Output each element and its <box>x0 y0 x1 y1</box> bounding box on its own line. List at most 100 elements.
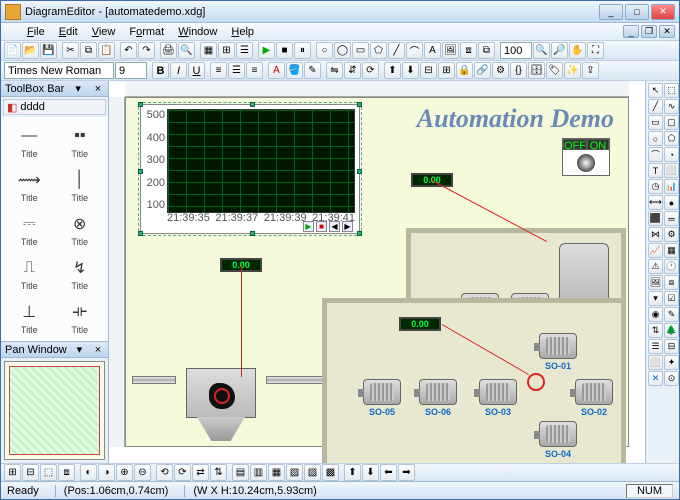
button-icon[interactable]: ⬜ <box>664 163 679 178</box>
close-button[interactable]: ✕ <box>651 4 675 20</box>
b-icon[interactable]: ➡ <box>398 464 415 481</box>
node-icon[interactable]: ⊙ <box>664 371 679 386</box>
shape-item[interactable]: ⊥Title <box>5 297 54 339</box>
toolbox-category[interactable]: ◧dddd <box>3 99 106 115</box>
check-icon[interactable]: ☑ <box>664 291 679 306</box>
pump-widget[interactable]: Pump <box>176 368 266 463</box>
flip-h-icon[interactable]: ⇋ <box>326 62 343 79</box>
db-icon[interactable]: 🗄 <box>528 62 545 79</box>
curve-icon[interactable]: ∿ <box>664 99 679 114</box>
chart-play-icon[interactable]: ▶ <box>303 221 314 232</box>
export-icon[interactable]: ⇪ <box>582 62 599 79</box>
polygon-icon[interactable]: ⬠ <box>664 131 679 146</box>
link-icon[interactable]: 🔗 <box>474 62 491 79</box>
list-icon[interactable]: ☰ <box>648 339 663 354</box>
circle-tool-icon[interactable]: ○ <box>316 42 333 59</box>
b-icon[interactable]: ⬆ <box>344 464 361 481</box>
open-icon[interactable]: 📂 <box>22 42 39 59</box>
ole-icon[interactable]: ⧈ <box>664 275 679 290</box>
toolbox-pin-icon[interactable]: ▾ <box>72 82 84 95</box>
menu-file[interactable]: File <box>21 24 51 40</box>
cut-icon[interactable]: ✂ <box>62 42 79 59</box>
gauge-icon[interactable]: ◷ <box>648 179 663 194</box>
b-icon[interactable]: ⬅ <box>380 464 397 481</box>
rect2-icon[interactable]: ▭ <box>648 115 663 130</box>
pipe-icon[interactable]: ═ <box>664 211 679 226</box>
undo-icon[interactable]: ↶ <box>120 42 137 59</box>
b-icon[interactable]: ◐ <box>80 464 97 481</box>
chart-stop-icon[interactable]: ■ <box>316 221 327 232</box>
pause-icon[interactable]: ⏸ <box>294 42 311 59</box>
ellipse-icon[interactable]: ◯ <box>334 42 351 59</box>
fontsize-selector[interactable]: 9 <box>115 62 147 79</box>
b-icon[interactable]: ⊞ <box>4 464 21 481</box>
menu-format[interactable]: Format <box>123 24 170 40</box>
fit-icon[interactable]: ⛶ <box>587 42 604 59</box>
tab-icon[interactable]: ⊟ <box>664 339 679 354</box>
grid-icon[interactable]: ▦ <box>200 42 217 59</box>
roundrect-icon[interactable]: ▢ <box>664 115 679 130</box>
spin-icon[interactable]: ⇅ <box>648 323 663 338</box>
shape-item[interactable]: ⟛Title <box>56 297 105 339</box>
shape-item[interactable]: ▪▪Title <box>56 121 105 163</box>
arc-icon[interactable]: ⌒ <box>406 42 423 59</box>
back-icon[interactable]: ⬇ <box>402 62 419 79</box>
layers-icon[interactable]: ☰ <box>236 42 253 59</box>
props-icon[interactable]: ⚙ <box>492 62 509 79</box>
cross-icon[interactable]: ✕ <box>648 371 663 386</box>
radio-icon[interactable]: ◉ <box>648 307 663 322</box>
b-icon[interactable]: ⬚ <box>40 464 57 481</box>
print-icon[interactable]: 🖨 <box>160 42 177 59</box>
chart-rewind-icon[interactable]: ◀ <box>329 221 340 232</box>
text2-icon[interactable]: T <box>648 163 663 178</box>
led-icon[interactable]: ● <box>664 195 679 210</box>
toolbox-close-icon[interactable]: × <box>92 83 104 95</box>
menu-view[interactable]: View <box>86 24 122 40</box>
b-icon[interactable]: ⧈ <box>58 464 75 481</box>
save-icon[interactable]: 💾 <box>40 42 57 59</box>
new-icon[interactable]: 📄 <box>4 42 21 59</box>
zoomin-icon[interactable]: 🔍 <box>533 42 550 59</box>
mdi-close[interactable]: ✕ <box>659 25 675 38</box>
ungroup-icon[interactable]: ⧉ <box>478 42 495 59</box>
switch-widget[interactable]: OFFON <box>562 138 610 176</box>
b-icon[interactable]: ⟲ <box>156 464 173 481</box>
ellipse2-icon[interactable]: ○ <box>648 131 663 146</box>
align-center-icon[interactable]: ☰ <box>228 62 245 79</box>
mdi-restore[interactable]: ❐ <box>641 25 657 38</box>
shape-item[interactable]: ⎯⎯Title <box>5 121 54 163</box>
b-icon[interactable]: ⟳ <box>174 464 191 481</box>
motor-so02[interactable] <box>575 379 613 405</box>
menu-window[interactable]: Window <box>172 24 223 40</box>
maximize-button[interactable]: □ <box>625 4 649 20</box>
rotate-icon[interactable]: ⟳ <box>362 62 379 79</box>
underline-icon[interactable]: U <box>188 62 205 79</box>
copy-icon[interactable]: ⧉ <box>80 42 97 59</box>
pie-icon[interactable]: ◔ <box>664 147 679 162</box>
linecolor-icon[interactable]: ✎ <box>304 62 321 79</box>
menu-help[interactable]: Help <box>225 24 260 40</box>
group-icon[interactable]: ⧈ <box>460 42 477 59</box>
hand-icon[interactable]: ✋ <box>569 42 586 59</box>
b-icon[interactable]: ▨ <box>304 464 321 481</box>
align-obj-icon[interactable]: ⊟ <box>420 62 437 79</box>
shape-item[interactable]: ⟿Title <box>5 165 54 207</box>
b-icon[interactable]: ⇄ <box>192 464 209 481</box>
motor-so06[interactable] <box>419 379 457 405</box>
diagram-canvas[interactable]: Automation Demo 500400300200100 21:39:35… <box>125 97 629 447</box>
b-icon[interactable]: ▥ <box>250 464 267 481</box>
line-icon[interactable]: ╱ <box>388 42 405 59</box>
distribute-icon[interactable]: ⊞ <box>438 62 455 79</box>
table-icon[interactable]: ▦ <box>664 243 679 258</box>
select-icon[interactable]: ⬚ <box>664 83 679 98</box>
snap-icon[interactable]: ⊞ <box>218 42 235 59</box>
mdi-minimize[interactable]: _ <box>623 25 639 38</box>
edit-icon[interactable]: ✎ <box>664 307 679 322</box>
switch-knob-icon[interactable] <box>577 154 595 172</box>
b-icon[interactable]: ▩ <box>322 464 339 481</box>
line2-icon[interactable]: ╱ <box>648 99 663 114</box>
motor-so03[interactable] <box>479 379 517 405</box>
font-selector[interactable]: Times New Roman <box>4 62 114 79</box>
poly-icon[interactable]: ⬠ <box>370 42 387 59</box>
zoom-value[interactable]: 100 <box>500 42 532 59</box>
